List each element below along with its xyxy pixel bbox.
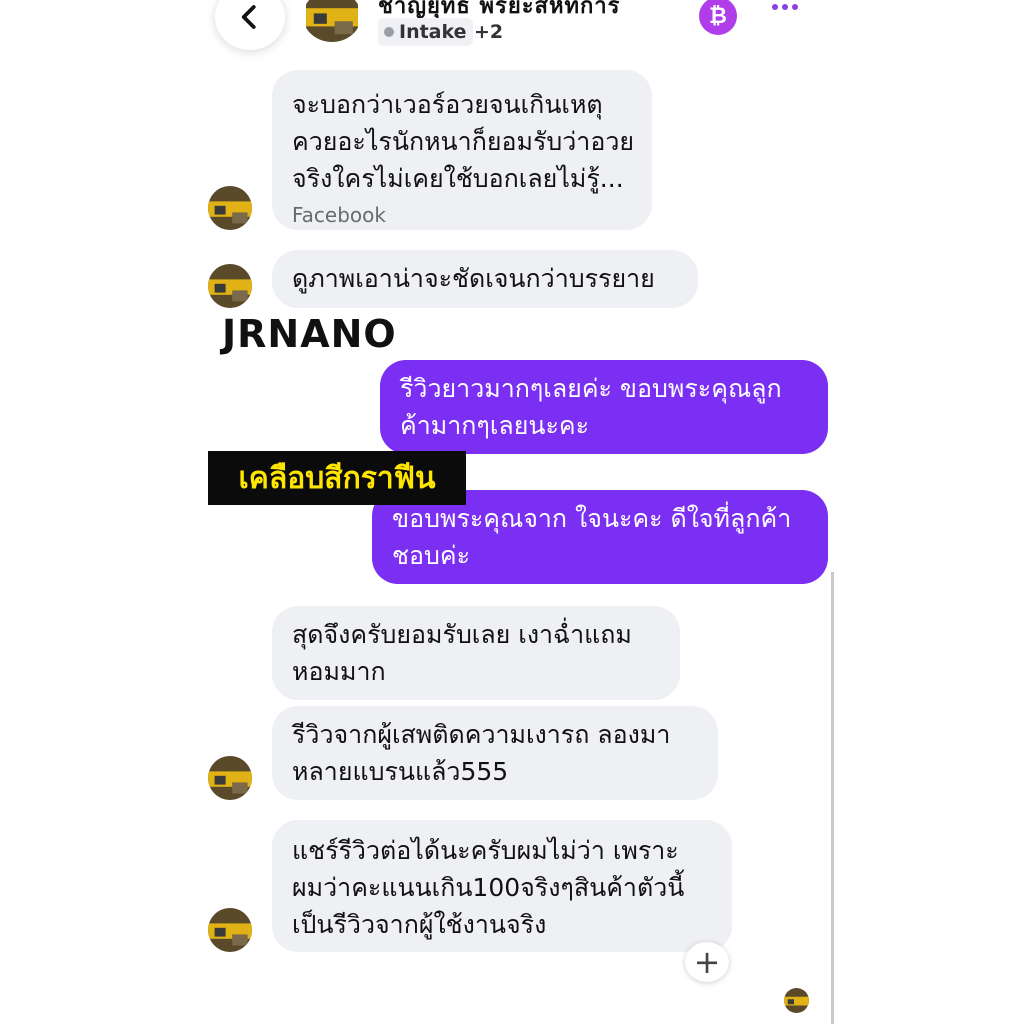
message-line: จะบอกว่าเวอร์อวยจนเกินเหตุ bbox=[292, 90, 603, 119]
message-bubble-incoming[interactable]: สุดจึงครับยอมรับเลย เงาฉ่ำแถม หอมมาก bbox=[272, 606, 680, 700]
message-line: ชอบค่ะ bbox=[392, 541, 471, 570]
message-line: จริงใครไม่เคยใช้บอกเลยไม่รู้... bbox=[292, 164, 624, 193]
message-line: เป็นรีวิวจากผู้ใช้งานจริง bbox=[292, 910, 547, 939]
message-line: รีวิวยาวมากๆเลยค่ะ ขอบพระคุณลูก bbox=[400, 374, 782, 403]
message-line: รีวิวจากผู้เสพติดความเงารถ ลองมา bbox=[292, 720, 671, 749]
label-tag-intake[interactable]: Intake bbox=[378, 18, 473, 46]
message-bubble-incoming[interactable]: แชร์รีวิวต่อได้นะครับผมไม่ว่า เพราะ ผมว่… bbox=[272, 820, 732, 952]
tag-label: Intake bbox=[399, 21, 467, 43]
sender-avatar[interactable] bbox=[208, 756, 252, 800]
plus-icon[interactable]: + bbox=[685, 942, 729, 982]
sender-avatar[interactable] bbox=[208, 264, 252, 308]
status-dot bbox=[384, 27, 394, 37]
read-receipt-avatar bbox=[784, 988, 809, 1013]
message-bubble-outgoing[interactable]: รีวิวยาวมากๆเลยค่ะ ขอบพระคุณลูก ค้ามากๆเ… bbox=[380, 360, 828, 454]
brand-watermark: JRNANO bbox=[222, 312, 397, 356]
message-line: ขอบพระคุณจาก ใจนะคะ ดีใจที่ลูกค้า bbox=[392, 504, 792, 533]
message-bubble-incoming[interactable]: ดูภาพเอาน่าจะชัดเจนกว่าบรรยาย bbox=[272, 250, 698, 308]
scrollbar[interactable] bbox=[831, 572, 834, 1024]
message-line: แชร์รีวิวต่อได้นะครับผมไม่ว่า เพราะ bbox=[292, 836, 679, 865]
message-line: หอมมาก bbox=[292, 657, 386, 686]
message-line: สุดจึงครับยอมรับเลย เงาฉ่ำแถม bbox=[292, 620, 632, 649]
sender-avatar[interactable] bbox=[208, 908, 252, 952]
sender-avatar[interactable] bbox=[208, 186, 252, 230]
link-source[interactable]: Facebook bbox=[292, 201, 632, 229]
chat-screen: ชาญยุทธ พรยะสหัทการ Intake +2 ₿ จะบอกว่า… bbox=[0, 0, 1024, 1024]
tag-count: +2 bbox=[474, 21, 504, 43]
caption-overlay: เคลือบสีกราฟีน bbox=[208, 451, 466, 505]
message-bubble-incoming[interactable]: รีวิวจากผู้เสพติดความเงารถ ลองมา หลายแบร… bbox=[272, 706, 718, 800]
message-bubble-incoming[interactable]: จะบอกว่าเวอร์อวยจนเกินเหตุ ควยอะไรนักหนา… bbox=[272, 70, 652, 230]
message-line: ดูภาพเอาน่าจะชัดเจนกว่าบรรยาย bbox=[292, 264, 655, 293]
message-line: ควยอะไรนักหนาก็ยอมรับว่าอวย bbox=[292, 127, 635, 156]
chevron-left-icon bbox=[241, 5, 256, 29]
label-tag-more[interactable]: +2 bbox=[468, 18, 509, 46]
more-horizontal-icon[interactable] bbox=[772, 4, 798, 10]
message-line: ผมว่าคะแนนเกิน100จริงๆสินค้าตัวนี้ bbox=[292, 873, 685, 902]
message-line: ค้ามากๆเลยนะคะ bbox=[400, 411, 590, 440]
message-line: หลายแบรนแล้ว555 bbox=[292, 757, 509, 786]
